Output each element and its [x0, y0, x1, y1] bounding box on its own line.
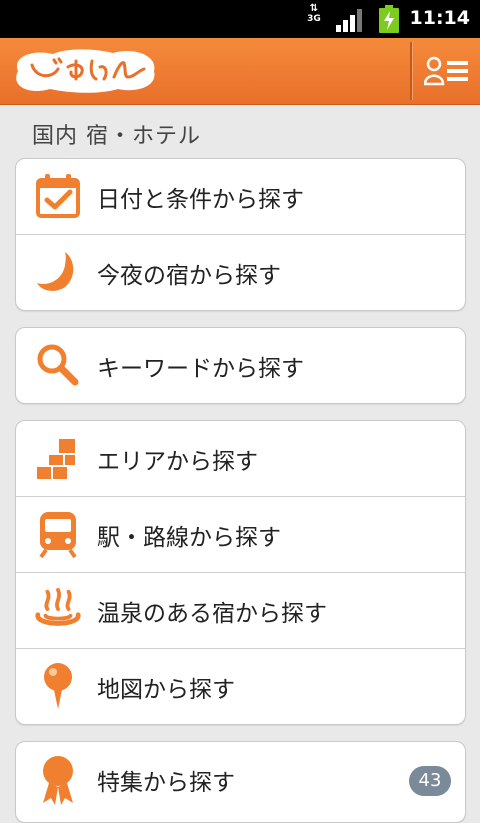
menu-item-keyword[interactable]: キーワードから探す	[16, 328, 465, 403]
menu-item-station[interactable]: 駅・路線から探す	[16, 496, 465, 572]
calendar-icon	[34, 169, 82, 223]
menu-item-map[interactable]: 地図から探す	[16, 648, 465, 724]
section-title: 国内 宿・ホテル	[32, 124, 201, 149]
signal-icon	[336, 9, 362, 32]
menu-item-label: 駅・路線から探す	[97, 525, 281, 551]
menu-item-label: キーワードから探す	[97, 356, 304, 382]
moon-icon	[34, 245, 82, 299]
count-badge: 43	[409, 766, 451, 796]
network-type-label: 3G	[307, 14, 321, 24]
menu-group-keyword: キーワードから探す	[15, 327, 466, 404]
status-bar: ⇅ 3G 11:14	[0, 0, 480, 38]
account-menu-button[interactable]	[414, 38, 480, 104]
account-list-icon	[424, 56, 468, 86]
clock: 11:14	[409, 7, 470, 29]
menu-item-label: 今夜の宿から探す	[97, 263, 281, 289]
menu-item-hot-spring[interactable]: 温泉のある宿から探す	[16, 572, 465, 648]
area-blocks-icon	[34, 431, 82, 485]
menu-group-location: エリアから探す 駅・路線から探す 温泉のある宿から探す 地図から探す	[15, 420, 466, 725]
search-icon	[34, 338, 82, 392]
hot-spring-icon	[34, 583, 82, 637]
menu-item-tonight[interactable]: 今夜の宿から探す	[16, 234, 465, 310]
menu-item-label: エリアから探す	[97, 449, 258, 475]
menu-item-features[interactable]: 特集から探す 43	[16, 742, 465, 817]
battery-charging-icon	[379, 5, 399, 33]
header-divider	[410, 42, 412, 100]
jalan-logo[interactable]	[8, 45, 158, 95]
menu-group-date: 日付と条件から探す 今夜の宿から探す	[15, 158, 466, 311]
menu-item-area[interactable]: エリアから探す	[16, 421, 465, 496]
menu-item-label: 日付と条件から探す	[97, 187, 304, 213]
app-header	[0, 38, 480, 105]
menu-item-label: 特集から探す	[97, 770, 235, 796]
menu-item-date-conditions[interactable]: 日付と条件から探す	[16, 159, 465, 234]
menu-item-label: 温泉のある宿から探す	[97, 601, 327, 627]
menu-group-features: 特集から探す 43	[15, 741, 466, 823]
map-pin-icon	[34, 659, 82, 713]
network-3g-icon: ⇅ 3G	[304, 4, 324, 34]
menu-item-label: 地図から探す	[97, 677, 235, 703]
train-icon	[34, 507, 82, 561]
rosette-icon	[34, 752, 82, 806]
